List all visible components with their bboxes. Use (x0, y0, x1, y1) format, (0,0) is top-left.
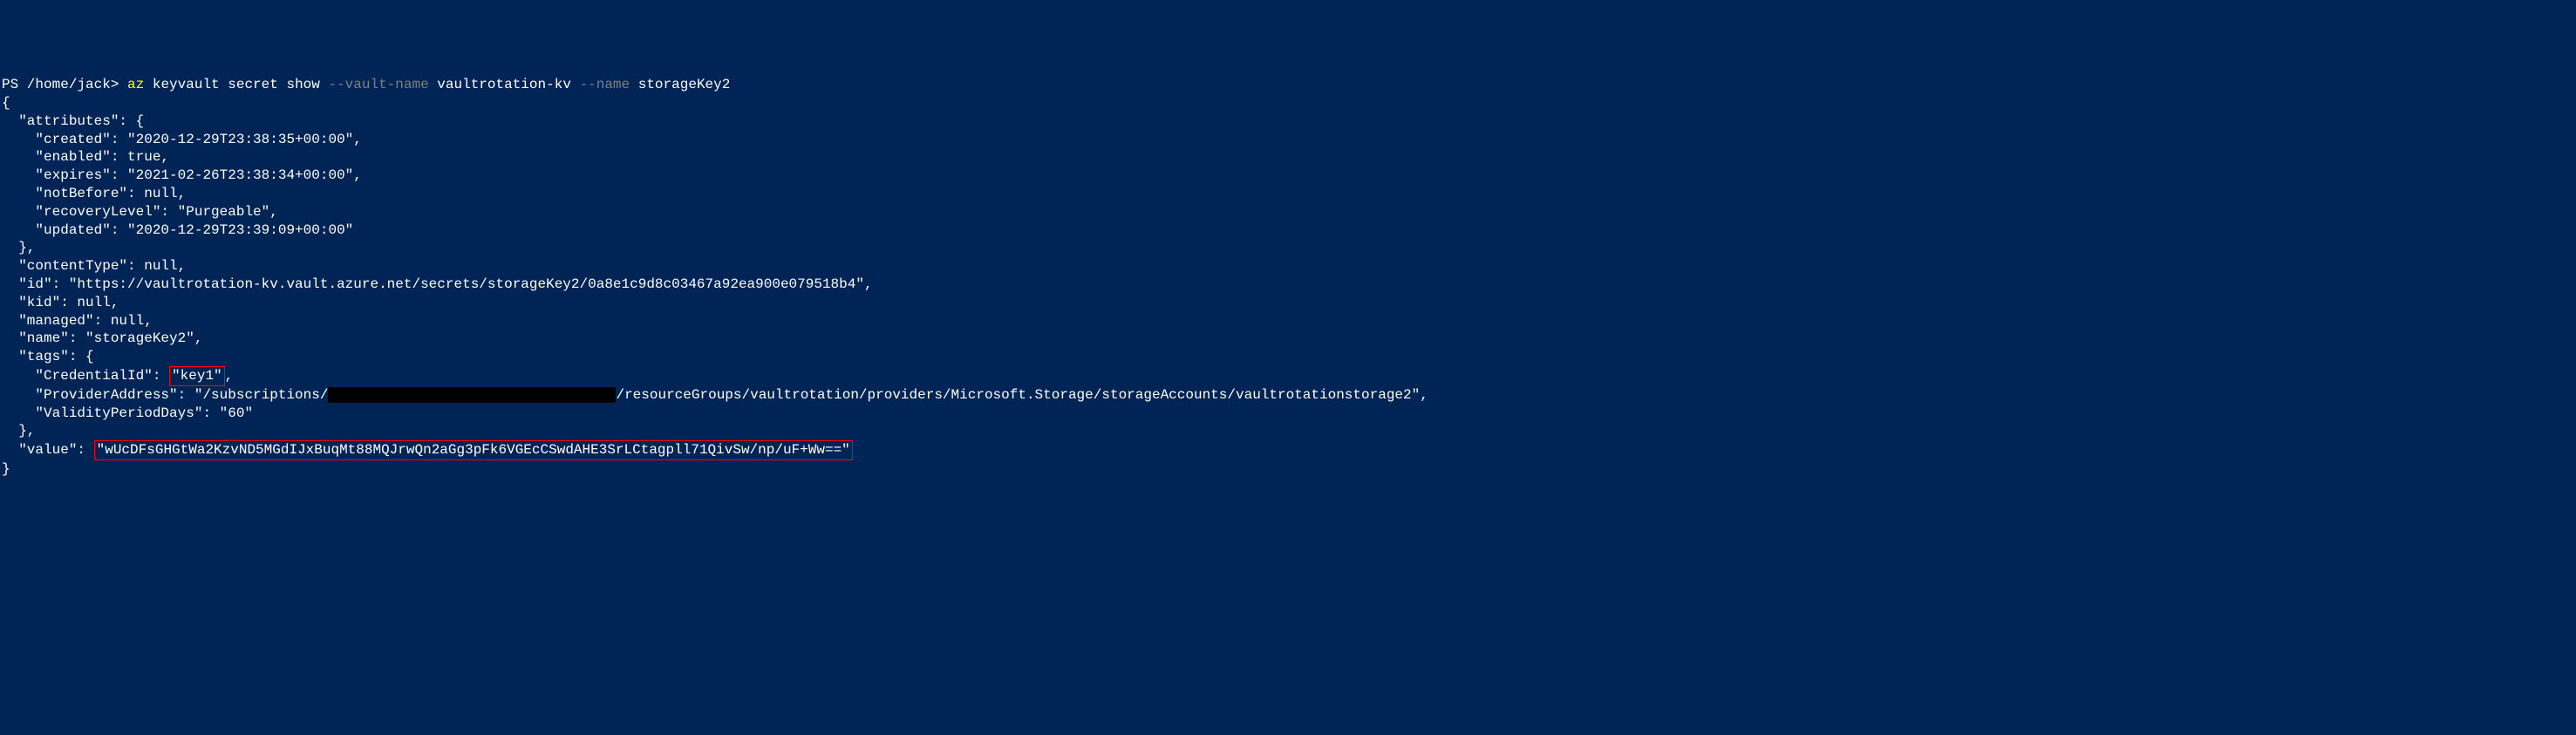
attributes-label: "attributes": { (2, 113, 144, 129)
attr-enabled: "enabled": true, (2, 149, 169, 165)
managed: "managed": null, (2, 313, 153, 329)
attributes-close: }, (2, 240, 35, 255)
json-close: } (2, 461, 10, 477)
provideraddress-prefix: "ProviderAddress": "/subscriptions/ (2, 387, 328, 403)
contenttype: "contentType": null, (2, 258, 186, 274)
attr-created: "created": "2020-12-29T23:38:35+00:00", (2, 132, 362, 147)
validityperioddays: "ValidityPeriodDays": "60" (2, 405, 253, 421)
command-az: az (127, 77, 144, 92)
val-vault-name: vaultrotation-kv (429, 77, 580, 92)
command-args: keyvault secret show (144, 77, 328, 92)
json-open: { (2, 95, 10, 111)
shell-prompt: PS /home/jack> (2, 77, 127, 92)
value-highlight: "wUcDFsGHGtWa2KzvND5MGdIJxBuqMt88MQJrwQn… (94, 440, 853, 460)
credentialid-value: "key1" (172, 368, 222, 384)
tags-label: "tags": { (2, 349, 94, 364)
id: "id": "https://vaultrotation-kv.vault.az… (2, 276, 873, 292)
tags-close: }, (2, 423, 35, 439)
param-vault-name: --vault-name (328, 77, 428, 92)
param-name: --name (580, 77, 630, 92)
attr-updated: "updated": "2020-12-29T23:39:09+00:00" (2, 222, 353, 238)
kid: "kid": null, (2, 295, 119, 310)
credentialid-suffix: , (225, 368, 234, 384)
credentialid-highlight: "key1" (169, 366, 225, 386)
attr-expires: "expires": "2021-02-26T23:38:34+00:00", (2, 167, 362, 183)
redacted-subscription-id (328, 387, 616, 403)
provideraddress-suffix: /resourceGroups/vaultrotation/providers/… (616, 387, 1428, 403)
credentialid-prefix: "CredentialId": (2, 368, 169, 384)
value-content: "wUcDFsGHGtWa2KzvND5MGdIJxBuqMt88MQJrwQn… (97, 442, 850, 458)
name-field: "name": "storageKey2", (2, 330, 202, 346)
val-name: storageKey2 (630, 77, 730, 92)
terminal-window[interactable]: PS /home/jack> az keyvault secret show -… (0, 72, 2576, 482)
attr-notbefore: "notBefore": null, (2, 186, 186, 201)
value-prefix: "value": (2, 442, 94, 458)
attr-recoverylevel: "recoveryLevel": "Purgeable", (2, 204, 278, 220)
